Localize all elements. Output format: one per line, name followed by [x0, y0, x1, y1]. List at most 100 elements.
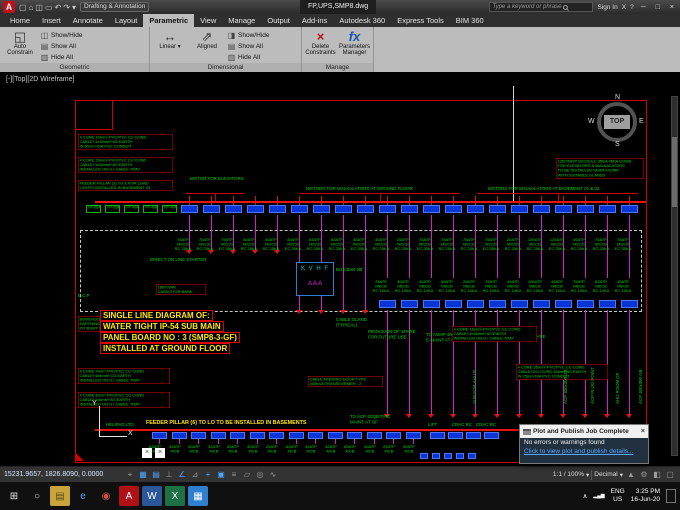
- linear-dimension-button[interactable]: ↔ Linear ▾: [153, 29, 187, 62]
- breaker-symbol[interactable]: [466, 432, 481, 439]
- word-icon[interactable]: W: [142, 486, 162, 506]
- breaker-symbol[interactable]: [328, 432, 343, 439]
- breaker-symbol[interactable]: [467, 205, 484, 213]
- breaker-symbol[interactable]: [250, 432, 265, 439]
- plot-icon[interactable]: ▭: [44, 3, 54, 12]
- grid-display-icon[interactable]: ▤: [150, 469, 162, 481]
- fused-switch-symbol[interactable]: FP-65A: [105, 205, 120, 213]
- ortho-mode-icon[interactable]: ⊥: [163, 469, 175, 481]
- drawing-canvas[interactable]: [-][Top][2D Wireframe] 4 CORE 10mm² PVC/…: [0, 72, 680, 466]
- breaker-symbol[interactable]: [191, 432, 206, 439]
- autocad-icon[interactable]: A: [119, 486, 139, 506]
- breaker-symbol[interactable]: [577, 205, 594, 213]
- network-icon[interactable]: ▂▄▆: [593, 493, 604, 499]
- exchange-apps-icon[interactable]: X: [622, 4, 626, 11]
- command-close-box[interactable]: ×: [142, 448, 152, 458]
- fused-switch-symbol[interactable]: FP-40A: [124, 205, 139, 213]
- clean-screen-icon[interactable]: ▢: [664, 469, 676, 481]
- breaker-symbol[interactable]: [379, 205, 396, 213]
- tab-insert[interactable]: Insert: [36, 14, 67, 27]
- fused-switch-symbol[interactable]: FP-65A: [86, 205, 101, 213]
- new-file-icon[interactable]: ▢: [18, 3, 28, 12]
- breaker-symbol[interactable]: [347, 432, 362, 439]
- internet-explorer-icon[interactable]: e: [73, 486, 93, 506]
- breaker-symbol[interactable]: [269, 205, 286, 213]
- fused-switch-symbol[interactable]: FP-40A: [143, 205, 158, 213]
- breaker-symbol[interactable]: [445, 205, 462, 213]
- close-button[interactable]: ×: [667, 4, 677, 11]
- breaker-symbol[interactable]: [489, 300, 506, 308]
- chrome-icon[interactable]: ◉: [96, 486, 116, 506]
- tab-annotate[interactable]: Annotate: [67, 14, 109, 27]
- tab-manage[interactable]: Manage: [222, 14, 261, 27]
- units-caret-icon[interactable]: ▾: [620, 471, 623, 479]
- lineweight-icon[interactable]: ≡: [228, 469, 240, 481]
- breaker-symbol[interactable]: [577, 300, 594, 308]
- search-input[interactable]: Type a keyword or phrase: [489, 2, 594, 12]
- tab-parametric[interactable]: Parametric: [143, 14, 195, 27]
- breaker-symbol[interactable]: [211, 432, 226, 439]
- language-indicator[interactable]: ENG US: [611, 488, 625, 504]
- save-icon[interactable]: ◫: [34, 3, 44, 12]
- dim-hide-all-button[interactable]: ▥ Hide All: [227, 52, 269, 62]
- breaker-symbol[interactable]: [313, 205, 330, 213]
- delete-constraints-button[interactable]: × Delete Constraints: [305, 29, 336, 62]
- clock[interactable]: 3:25 PM 16-Jun-20: [631, 488, 660, 504]
- scale-caret-icon[interactable]: ▾: [586, 471, 589, 479]
- photos-icon[interactable]: ▦: [188, 486, 208, 506]
- viewport-controls[interactable]: [-][Top][2D Wireframe]: [6, 76, 74, 83]
- isolate-objects-icon[interactable]: ◧: [651, 469, 663, 481]
- undo-icon[interactable]: ↶: [54, 3, 63, 12]
- infer-constraints-icon[interactable]: ⌖: [124, 469, 136, 481]
- breaker-symbol[interactable]: [203, 205, 220, 213]
- annotation-scale[interactable]: 1:1 / 100%: [553, 471, 584, 478]
- app-logo[interactable]: A: [3, 1, 15, 13]
- breaker-symbol[interactable]: [511, 205, 528, 213]
- auto-constrain-button[interactable]: ◱ Auto Constrain: [3, 29, 37, 62]
- breaker-symbol[interactable]: [467, 300, 484, 308]
- file-explorer-icon[interactable]: ▤: [50, 486, 70, 506]
- breaker-symbol[interactable]: [599, 300, 616, 308]
- notification-details-link[interactable]: Click to view plot and publish details..…: [524, 448, 633, 455]
- breaker-symbol[interactable]: [511, 300, 528, 308]
- scrollbar-thumb[interactable]: [672, 137, 677, 207]
- redo-icon[interactable]: ↷: [62, 3, 71, 12]
- breaker-symbol[interactable]: [269, 432, 284, 439]
- breaker-symbol[interactable]: [406, 432, 421, 439]
- breaker-symbol[interactable]: [621, 205, 638, 213]
- workspace-switcher[interactable]: Drafting & Annotation: [79, 2, 150, 12]
- minimize-button[interactable]: ─: [638, 4, 649, 11]
- tab-view[interactable]: View: [194, 14, 222, 27]
- panel-title-manage[interactable]: Manage: [302, 63, 373, 72]
- breaker-symbol[interactable]: [172, 432, 187, 439]
- dynamic-input-icon[interactable]: ∿: [267, 469, 279, 481]
- compass-n[interactable]: N: [615, 94, 620, 101]
- breaker-symbol[interactable]: [379, 300, 396, 308]
- breaker-symbol[interactable]: [533, 205, 550, 213]
- breaker-symbol[interactable]: [401, 300, 418, 308]
- polar-tracking-icon[interactable]: ∠: [176, 469, 188, 481]
- open-file-icon[interactable]: ⌂: [28, 3, 35, 12]
- tab-output[interactable]: Output: [261, 14, 296, 27]
- breaker-symbol[interactable]: [489, 205, 506, 213]
- tray-chevron-icon[interactable]: ∧: [583, 492, 588, 500]
- breaker-symbol[interactable]: [430, 432, 445, 439]
- breaker-symbol[interactable]: [308, 432, 323, 439]
- transparency-icon[interactable]: ▱: [241, 469, 253, 481]
- compass-e[interactable]: E: [639, 118, 644, 125]
- snap-mode-icon[interactable]: ▦: [137, 469, 149, 481]
- breaker-symbol[interactable]: [484, 432, 499, 439]
- tab-express-tools[interactable]: Express Tools: [391, 14, 450, 27]
- panel-title-dimensional[interactable]: Dimensional: [150, 63, 301, 72]
- breaker-symbol[interactable]: [621, 300, 638, 308]
- breaker-symbol[interactable]: [289, 432, 304, 439]
- annotation-visibility-icon[interactable]: ▲: [625, 469, 637, 481]
- compass-w[interactable]: W: [588, 118, 595, 125]
- selection-cycling-icon[interactable]: ◎: [254, 469, 266, 481]
- breaker-symbol[interactable]: [599, 205, 616, 213]
- breaker-symbol[interactable]: [152, 432, 167, 439]
- breaker-symbol[interactable]: [555, 300, 572, 308]
- start-button[interactable]: ⊞: [4, 486, 24, 506]
- compass-s[interactable]: S: [615, 141, 620, 148]
- sign-in-button[interactable]: Sign In: [597, 4, 617, 11]
